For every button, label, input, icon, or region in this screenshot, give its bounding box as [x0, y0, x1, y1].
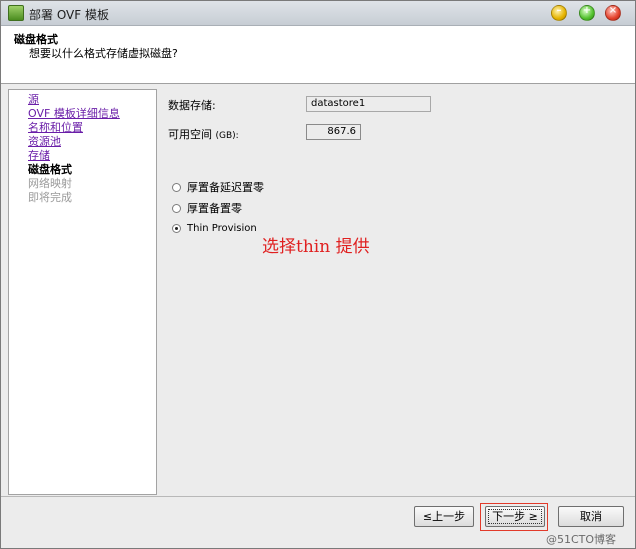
datastore-label: 数据存储: — [168, 99, 216, 112]
maximize-button[interactable]: + — [579, 5, 595, 21]
close-button[interactable]: × — [605, 5, 621, 21]
page-subtitle: 想要以什么格式存储虚拟磁盘? — [29, 47, 178, 60]
watermark: @51CTO博客 — [546, 533, 617, 546]
free-space-unit: (GB): — [215, 131, 239, 141]
back-button[interactable]: ≤上一步 — [414, 506, 474, 527]
thin-provision-radio[interactable] — [172, 224, 181, 233]
nav-step-ready-to-complete: 即将完成 — [28, 191, 72, 204]
nav-step-network-mapping: 网络映射 — [28, 177, 72, 190]
minimize-icon: – — [556, 5, 562, 16]
minimize-button[interactable]: – — [551, 5, 567, 21]
maximize-icon: + — [582, 5, 592, 16]
dialog-window: 部署 OVF 模板 – + × 磁盘格式 想要以什么格式存储虚拟磁盘? 源 OV… — [0, 0, 636, 549]
nav-step-resource-pool[interactable]: 资源池 — [28, 135, 61, 149]
cancel-button[interactable]: 取消 — [558, 506, 624, 527]
vsphere-app-icon — [8, 5, 24, 21]
free-space-label-text: 可用空间 — [168, 128, 212, 141]
disk-format-panel: 数据存储: datastore1 可用空间 (GB): 867.6 厚置备延迟置… — [157, 89, 628, 493]
nav-step-source[interactable]: 源 — [28, 93, 39, 107]
thin-provision-label: Thin Provision — [187, 223, 257, 234]
wizard-step-nav: 源 OVF 模板详细信息 名称和位置 资源池 存储 磁盘格式 网络映射 即将完成 — [8, 89, 157, 495]
free-space-label: 可用空间 (GB): — [168, 126, 239, 142]
thick-lazy-zeroed-label: 厚置备延迟置零 — [187, 181, 264, 194]
thick-eager-zeroed-label: 厚置备置零 — [187, 202, 242, 215]
annotation-text: 选择thin 提供 — [262, 237, 370, 257]
nav-step-storage[interactable]: 存储 — [28, 149, 50, 163]
nav-step-disk-format: 磁盘格式 — [28, 163, 72, 176]
thick-lazy-zeroed-radio[interactable] — [172, 183, 181, 192]
thick-eager-zeroed-radio[interactable] — [172, 204, 181, 213]
nav-step-ovf-details[interactable]: OVF 模板详细信息 — [28, 107, 120, 121]
wizard-header: 磁盘格式 想要以什么格式存储虚拟磁盘? — [1, 26, 635, 84]
datastore-field: datastore1 — [306, 96, 431, 112]
footer-divider — [1, 496, 635, 497]
window-title: 部署 OVF 模板 — [29, 8, 109, 22]
next-button-highlight-box — [480, 503, 548, 531]
nav-step-name-location[interactable]: 名称和位置 — [28, 121, 83, 135]
free-space-field: 867.6 — [306, 124, 361, 140]
title-bar[interactable]: 部署 OVF 模板 – + × — [1, 1, 635, 26]
close-icon: × — [608, 5, 618, 16]
